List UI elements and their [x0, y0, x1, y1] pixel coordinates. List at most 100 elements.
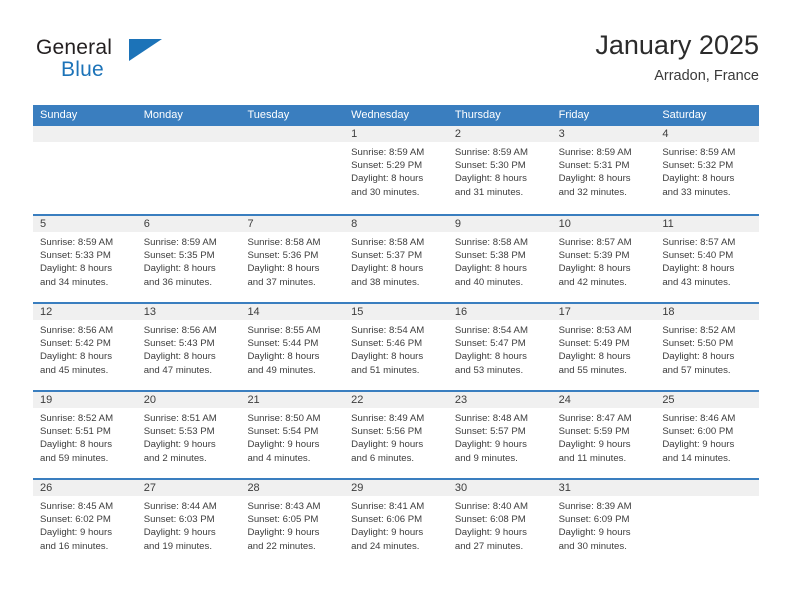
calendar-day-cell[interactable]: 6 Sunrise: 8:59 AM Sunset: 5:35 PM Daylight… [136, 216, 241, 302]
day-number: 12 [33, 304, 137, 320]
calendar-day-cell[interactable]: 30 Sunrise: 8:40 AM Sunset: 6:08 PM Dayligh… [447, 480, 552, 566]
sunset-text: Sunset: 6:00 PM [662, 426, 734, 438]
sunrise-text: Sunrise: 8:58 AM [454, 237, 528, 248]
day-number: 9 [447, 216, 552, 232]
calendar-day-cell[interactable]: 9 Sunrise: 8:58 AM Sunset: 5:38 PM Daylight… [447, 216, 552, 302]
sunset-text: Sunset: 5:47 PM [454, 338, 526, 350]
sunset-text: Sunset: 5:57 PM [454, 426, 526, 438]
calendar-day-cell[interactable]: 15 Sunrise: 8:54 AM Sunset: 5:46 PM Dayligh… [344, 304, 448, 390]
daylight-text-line2: and 6 minutes. [351, 452, 415, 464]
day-detail-lines: Sunrise: 8:51 AM Sunset: 5:53 PM Daylight:… [137, 408, 241, 465]
calendar-day-cell[interactable]: 5 Sunrise: 8:59 AM Sunset: 5:33 PM Daylight… [33, 216, 137, 302]
calendar-day-cell[interactable]: 1 Sunrise: 8:59 AM Sunset: 5:29 PM Daylight… [344, 126, 448, 214]
sunset-text: Sunset: 5:51 PM [40, 426, 111, 438]
sunset-text: Sunset: 5:35 PM [143, 250, 215, 262]
calendar-table: Sunday Monday Tuesday Wednesday Thursday Frid… [33, 105, 760, 566]
calendar-day-cell[interactable]: 4 Sunrise: 8:59 AM Sunset: 5:32 PM Daylight… [655, 126, 760, 214]
daylight-text-line1: Daylight: 9 hours [558, 527, 631, 539]
day-number: 27 [136, 480, 241, 496]
calendar-day-cell[interactable]: 2 Sunrise: 8:59 AM Sunset: 5:30 PM Daylight… [447, 126, 552, 214]
daylight-text-line2: and 42 minutes. [558, 276, 627, 288]
day-of-week-saturday: Saturday [662, 109, 707, 121]
calendar-day-cell[interactable]: 24 Sunrise: 8:47 AM Sunset: 5:59 PM Dayligh… [551, 392, 656, 478]
calendar-day-cell[interactable]: 25 Sunrise: 8:46 AM Sunset: 6:00 PM Dayligh… [655, 392, 760, 478]
sunrise-text: Sunrise: 8:47 AM [558, 413, 632, 424]
brand-name-general: General [36, 36, 113, 59]
calendar-day-cell[interactable]: 7 Sunrise: 8:58 AM Sunset: 5:36 PM Daylight… [240, 216, 345, 302]
sunset-text: Sunset: 5:43 PM [143, 338, 215, 350]
daylight-text-line2: and 51 minutes. [351, 364, 420, 376]
day-of-week-tuesday: Tuesday [247, 109, 290, 121]
sunset-text: Sunset: 5:53 PM [143, 426, 215, 438]
calendar-day-cell[interactable]: 20 Sunrise: 8:51 AM Sunset: 5:53 PM Dayligh… [136, 392, 241, 478]
day-detail-lines: Sunrise: 8:59 AM Sunset: 5:29 PM Daylight:… [344, 142, 448, 199]
daylight-text-line1: Daylight: 8 hours [558, 173, 631, 185]
daylight-text-line2: and 31 minutes. [454, 186, 524, 198]
daylight-text-line1: Daylight: 9 hours [454, 439, 527, 451]
daylight-text-line2: and 36 minutes. [143, 276, 212, 288]
calendar-day-cell[interactable]: 16 Sunrise: 8:54 AM Sunset: 5:47 PM Dayligh… [447, 304, 552, 390]
day-number: 13 [136, 304, 241, 320]
sunset-text: Sunset: 5:31 PM [558, 160, 630, 172]
sunset-text: Sunset: 5:37 PM [351, 250, 423, 262]
calendar-day-cell[interactable]: 14 Sunrise: 8:55 AM Sunset: 5:44 PM Dayligh… [240, 304, 345, 390]
sunrise-text: Sunrise: 8:53 AM [558, 325, 632, 336]
triangle-flag-icon [129, 39, 162, 61]
daylight-text-line2: and 49 minutes. [247, 364, 316, 376]
calendar-day-cell[interactable]: 23 Sunrise: 8:48 AM Sunset: 5:57 PM Dayligh… [447, 392, 552, 478]
calendar-day-cell[interactable]: 31 Sunrise: 8:39 AM Sunset: 6:09 PM Dayligh… [551, 480, 656, 566]
calendar-day-cell[interactable]: 28 Sunrise: 8:43 AM Sunset: 6:05 PM Dayligh… [240, 480, 345, 566]
calendar-day-cell[interactable]: 10 Sunrise: 8:57 AM Sunset: 5:39 PM Dayligh… [551, 216, 656, 302]
sunset-text: Sunset: 5:40 PM [662, 250, 734, 262]
calendar-week-row: 12 Sunrise: 8:56 AM Sunset: 5:42 PM Dayligh… [33, 302, 760, 390]
calendar-day-cell[interactable]: 19 Sunrise: 8:52 AM Sunset: 5:51 PM Dayligh… [33, 392, 137, 478]
sunrise-text: Sunrise: 8:59 AM [351, 147, 425, 158]
daylight-text-line2: and 11 minutes. [558, 452, 627, 464]
daylight-text-line2: and 27 minutes. [454, 540, 524, 552]
daylight-text-line2: and 43 minutes. [662, 276, 731, 288]
calendar-day-cell[interactable]: 11 Sunrise: 8:57 AM Sunset: 5:40 PM Dayligh… [655, 216, 760, 302]
calendar-day-cell[interactable]: 22 Sunrise: 8:49 AM Sunset: 5:56 PM Dayligh… [344, 392, 448, 478]
calendar-cell-empty [136, 126, 241, 214]
day-detail-lines: Sunrise: 8:50 AM Sunset: 5:54 PM Daylight:… [240, 408, 344, 465]
daylight-text-line2: and 24 minutes. [351, 540, 420, 552]
calendar-day-cell[interactable]: 29 Sunrise: 8:41 AM Sunset: 6:06 PM Dayligh… [344, 480, 448, 566]
daylight-text-line1: Daylight: 8 hours [40, 263, 112, 275]
sunrise-text: Sunrise: 8:48 AM [454, 413, 528, 424]
calendar-day-cell[interactable]: 21 Sunrise: 8:50 AM Sunset: 5:54 PM Dayligh… [240, 392, 345, 478]
calendar-day-cell[interactable]: 3 Sunrise: 8:59 AM Sunset: 5:31 PM Daylight… [551, 126, 656, 214]
daylight-text-line2: and 53 minutes. [454, 364, 524, 376]
day-detail-lines: Sunrise: 8:59 AM Sunset: 5:31 PM Daylight:… [552, 142, 656, 199]
day-number: 2 [447, 126, 552, 142]
calendar-day-cell[interactable]: 17 Sunrise: 8:53 AM Sunset: 5:49 PM Dayligh… [551, 304, 656, 390]
calendar-day-cell[interactable]: 26 Sunrise: 8:45 AM Sunset: 6:02 PM Dayligh… [33, 480, 137, 566]
sunrise-text: Sunrise: 8:58 AM [351, 237, 425, 248]
daylight-text-line2: and 47 minutes. [143, 364, 212, 376]
sunrise-text: Sunrise: 8:51 AM [143, 413, 217, 424]
calendar-day-cell[interactable]: 12 Sunrise: 8:56 AM Sunset: 5:42 PM Dayligh… [33, 304, 137, 390]
calendar-day-cell[interactable]: 18 Sunrise: 8:52 AM Sunset: 5:50 PM Dayligh… [655, 304, 760, 390]
day-detail-lines: Sunrise: 8:52 AM Sunset: 5:50 PM Daylight:… [655, 320, 759, 377]
daylight-text-line1: Daylight: 9 hours [40, 527, 112, 539]
daylight-text-line2: and 57 minutes. [662, 364, 731, 376]
calendar-day-cell[interactable]: 8 Sunrise: 8:58 AM Sunset: 5:37 PM Daylight… [344, 216, 448, 302]
day-number: 29 [344, 480, 448, 496]
daylight-text-line2: and 37 minutes. [247, 276, 316, 288]
brand-name-blue: Blue [61, 58, 104, 81]
sunrise-text: Sunrise: 8:59 AM [558, 147, 632, 158]
daylight-text-line1: Daylight: 8 hours [143, 263, 216, 275]
day-of-week-monday: Monday [143, 109, 183, 121]
page-header: General Blue January 2025 Arradon, Franc… [33, 28, 759, 98]
daylight-text-line1: Daylight: 9 hours [662, 439, 735, 451]
sunset-text: Sunset: 5:30 PM [454, 160, 526, 172]
daylight-text-line2: and 38 minutes. [351, 276, 420, 288]
daylight-text-line2: and 34 minutes. [40, 276, 109, 288]
brand-logo[interactable]: General Blue [33, 36, 253, 96]
day-detail-lines: Sunrise: 8:54 AM Sunset: 5:47 PM Daylight:… [448, 320, 552, 377]
calendar-day-cell[interactable]: 27 Sunrise: 8:44 AM Sunset: 6:03 PM Dayligh… [136, 480, 241, 566]
day-detail-lines: Sunrise: 8:58 AM Sunset: 5:37 PM Daylight:… [344, 232, 448, 289]
sunrise-text: Sunrise: 8:58 AM [247, 237, 321, 248]
calendar-day-cell[interactable]: 13 Sunrise: 8:56 AM Sunset: 5:43 PM Dayligh… [136, 304, 241, 390]
day-number: 10 [551, 216, 656, 232]
day-detail-lines: Sunrise: 8:54 AM Sunset: 5:46 PM Daylight:… [344, 320, 448, 377]
